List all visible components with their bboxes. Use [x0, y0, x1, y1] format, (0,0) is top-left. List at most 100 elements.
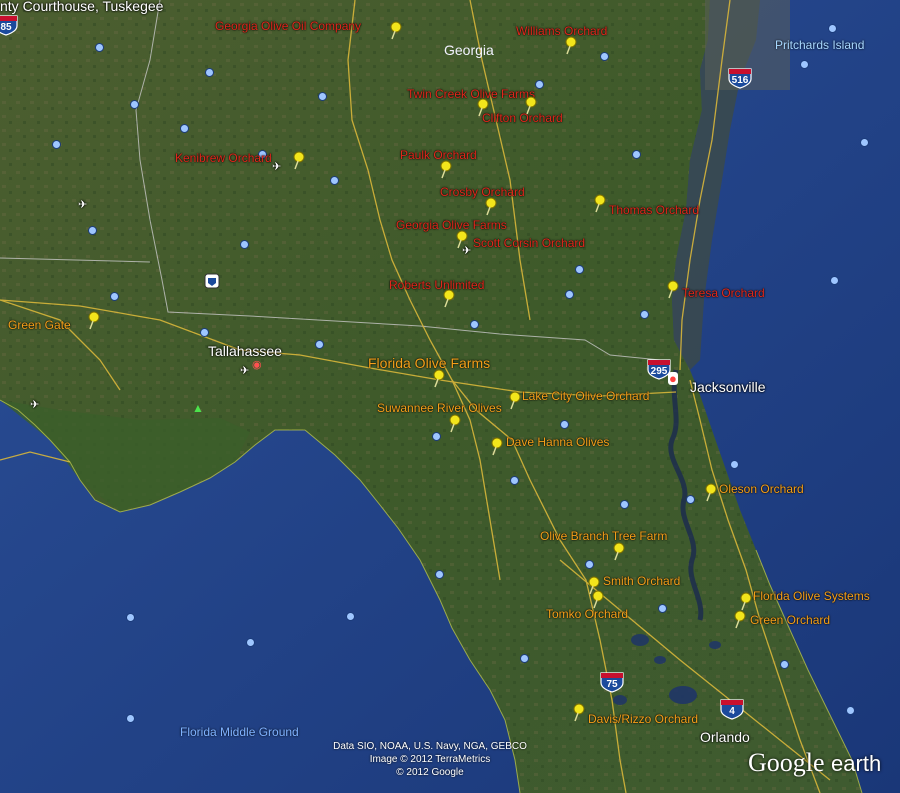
- city-marker[interactable]: [780, 660, 789, 669]
- city-marker[interactable]: [88, 226, 97, 235]
- interstate-85-shield: 85: [0, 14, 18, 36]
- ocean-marker[interactable]: [246, 638, 255, 647]
- city-marker[interactable]: [860, 138, 869, 147]
- airport-icon: ✈: [240, 365, 250, 377]
- state-label-georgia: Georgia: [444, 42, 494, 58]
- interstate-4-shield: 4: [720, 698, 744, 720]
- logo-google-text: Google: [748, 748, 825, 777]
- placemark-label[interactable]: Tomko Orchard: [546, 607, 628, 621]
- city-marker[interactable]: [640, 310, 649, 319]
- placemark-label[interactable]: Olive Branch Tree Farm: [540, 529, 667, 543]
- placemark-label[interactable]: Roberts Unlimited: [389, 278, 484, 292]
- pushpin-icon[interactable]: [591, 193, 609, 213]
- ocean-marker[interactable]: [126, 613, 135, 622]
- pushpin-icon[interactable]: [85, 310, 103, 330]
- city-marker[interactable]: [330, 176, 339, 185]
- airport-icon: ✈: [78, 199, 88, 211]
- placemark-label[interactable]: Georgia Olive Farms: [396, 218, 507, 232]
- pushpin-icon[interactable]: [482, 196, 500, 216]
- city-marker[interactable]: [470, 320, 479, 329]
- city-marker[interactable]: [535, 80, 544, 89]
- city-label-orlando: Orlando: [700, 729, 750, 745]
- placemark-label[interactable]: Green Gate: [8, 318, 71, 332]
- city-marker[interactable]: [432, 432, 441, 441]
- interstate-75-shield: 75: [600, 671, 624, 693]
- placemark-label[interactable]: Oleson Orchard: [719, 482, 804, 496]
- city-marker[interactable]: [828, 24, 837, 33]
- airport-icon: ✈: [462, 245, 472, 257]
- park-icon: ▲: [192, 401, 204, 415]
- city-marker[interactable]: [200, 328, 209, 337]
- city-marker[interactable]: [110, 292, 119, 301]
- pushpin-icon[interactable]: [589, 589, 607, 609]
- pushpin-icon[interactable]: [474, 97, 492, 117]
- city-marker[interactable]: [435, 570, 444, 579]
- city-marker[interactable]: [130, 100, 139, 109]
- pushpin-icon[interactable]: [488, 436, 506, 456]
- interstate-516-shield: 516: [728, 67, 752, 89]
- pushpin-icon[interactable]: [610, 541, 628, 561]
- ocean-marker[interactable]: [346, 612, 355, 621]
- pushpin-icon[interactable]: [437, 159, 455, 179]
- city-marker[interactable]: [620, 500, 629, 509]
- pushpin-icon[interactable]: [702, 482, 720, 502]
- city-marker[interactable]: [205, 68, 214, 77]
- city-marker[interactable]: [632, 150, 641, 159]
- satellite-imagery: [0, 0, 900, 793]
- pushpin-icon[interactable]: [440, 288, 458, 308]
- pushpin-icon[interactable]: [731, 609, 749, 629]
- placemark-label[interactable]: Kenibrew Orchard: [175, 151, 272, 165]
- placemark-label[interactable]: Suwannee River Olives: [377, 401, 502, 415]
- city-marker[interactable]: [180, 124, 189, 133]
- map-view[interactable]: nty Courthouse, Tuskegee Georgia Pritcha…: [0, 0, 900, 793]
- place-label-florida-middle-ground: Florida Middle Ground: [180, 725, 299, 739]
- placemark-label[interactable]: Twin Creek Olive Farms: [407, 87, 535, 101]
- placemark-label[interactable]: Davis/Rizzo Orchard: [588, 712, 698, 726]
- city-marker[interactable]: [686, 495, 695, 504]
- airport-icon: ✈: [272, 161, 282, 173]
- placemark-label[interactable]: Thomas Orchard: [609, 203, 699, 217]
- city-marker[interactable]: [575, 265, 584, 274]
- city-marker[interactable]: [95, 43, 104, 52]
- placemark-label[interactable]: Teresa Orchard: [682, 286, 765, 300]
- city-marker[interactable]: [585, 560, 594, 569]
- placemark-label[interactable]: Georgia Olive Oil Company: [215, 19, 361, 33]
- city-marker[interactable]: [846, 706, 855, 715]
- pushpin-icon[interactable]: [562, 35, 580, 55]
- city-marker[interactable]: [565, 290, 574, 299]
- city-marker[interactable]: [315, 340, 324, 349]
- placemark-label[interactable]: Scott Corsin Orchard: [473, 236, 585, 250]
- city-marker[interactable]: [800, 60, 809, 69]
- city-marker[interactable]: [240, 240, 249, 249]
- city-marker[interactable]: [318, 92, 327, 101]
- city-marker[interactable]: [560, 420, 569, 429]
- pushpin-icon[interactable]: [737, 591, 755, 611]
- city-marker[interactable]: [52, 140, 61, 149]
- city-marker[interactable]: [520, 654, 529, 663]
- placemark-label[interactable]: Green Orchard: [750, 613, 830, 627]
- imagery-credits: Data SIO, NOAA, U.S. Navy, NGA, GEBCO Im…: [330, 740, 530, 779]
- pushpin-icon[interactable]: [387, 20, 405, 40]
- pushpin-icon[interactable]: [290, 150, 308, 170]
- city-marker[interactable]: [510, 476, 519, 485]
- pushpin-icon[interactable]: [522, 95, 540, 115]
- placemark-label[interactable]: Florida Olive Systems: [753, 589, 870, 603]
- city-marker[interactable]: [830, 276, 839, 285]
- pushpin-icon[interactable]: [446, 413, 464, 433]
- city-label-tallahassee: Tallahassee: [208, 343, 282, 359]
- interstate-295-shield: 295: [647, 358, 671, 380]
- city-marker[interactable]: [730, 460, 739, 469]
- placemark-label[interactable]: Dave Hanna Olives: [506, 435, 609, 449]
- airport-icon: ✈: [30, 399, 40, 411]
- pushpin-icon[interactable]: [430, 368, 448, 388]
- capital-icon: ◉: [252, 359, 262, 371]
- pushpin-icon[interactable]: [664, 279, 682, 299]
- pushpin-icon[interactable]: [506, 390, 524, 410]
- pushpin-icon[interactable]: [570, 702, 588, 722]
- city-marker[interactable]: [600, 52, 609, 61]
- logo-earth-text: earth: [831, 751, 882, 776]
- city-marker[interactable]: [658, 604, 667, 613]
- ocean-marker[interactable]: [126, 714, 135, 723]
- placemark-label[interactable]: Smith Orchard: [603, 574, 680, 588]
- placemark-label[interactable]: Lake City Olive Orchard: [522, 389, 649, 403]
